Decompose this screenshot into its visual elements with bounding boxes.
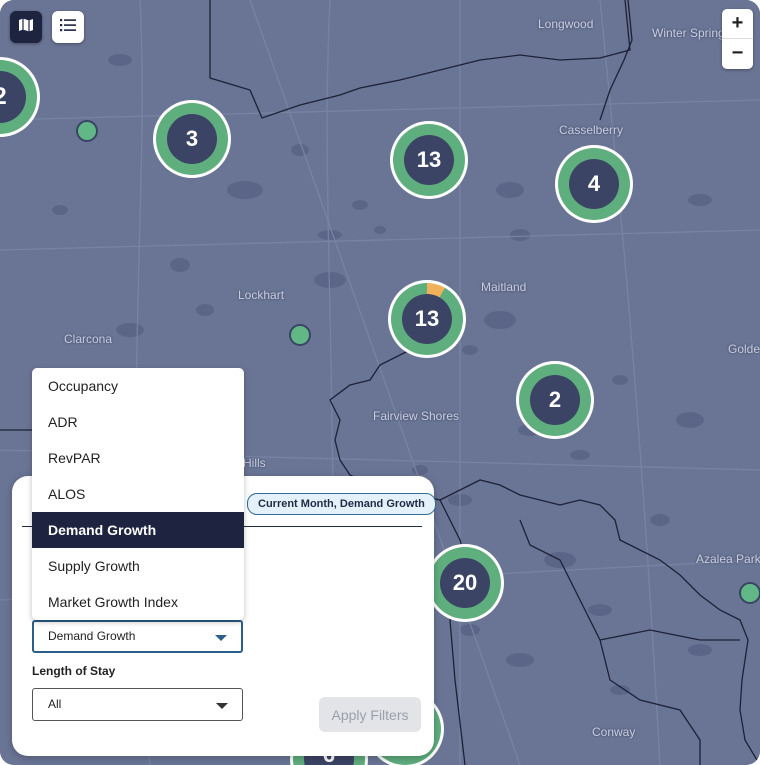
map-icon xyxy=(18,17,34,38)
cluster-count: 13 xyxy=(404,135,454,185)
place-label-fairview-shores: Fairview Shores xyxy=(373,409,460,423)
property-marker[interactable] xyxy=(739,582,760,604)
cluster-marker[interactable]: 3 xyxy=(153,100,231,178)
zoom-control: + − xyxy=(722,9,753,69)
place-label-longwood: Longwood xyxy=(538,17,594,31)
cluster-count: 13 xyxy=(402,294,452,344)
metric-select-value: Demand Growth xyxy=(48,629,136,643)
place-label-conway: Conway xyxy=(592,725,636,739)
place-label-golden-rod: Golde xyxy=(728,342,760,356)
zoom-out-button[interactable]: − xyxy=(722,38,753,68)
place-label-casselberry: Casselberry xyxy=(559,123,624,137)
cluster-count: 2 xyxy=(530,375,580,425)
length-of-stay-label: Length of Stay xyxy=(32,664,116,678)
place-label-hills: Hills xyxy=(243,456,266,470)
length-of-stay-select[interactable]: All xyxy=(32,688,243,721)
chevron-down-icon xyxy=(216,702,228,709)
dropdown-option-occupancy[interactable]: Occupancy xyxy=(32,368,244,404)
cluster-marker[interactable]: 13 xyxy=(388,280,466,358)
zoom-in-button[interactable]: + xyxy=(722,9,753,38)
metric-select[interactable]: Demand Growth xyxy=(32,620,243,653)
cluster-count: 4 xyxy=(569,159,619,209)
cluster-marker[interactable]: 13 xyxy=(390,121,468,199)
dropdown-option-adr[interactable]: ADR xyxy=(32,404,244,440)
property-marker[interactable] xyxy=(76,120,98,142)
cluster-marker[interactable]: 4 xyxy=(555,145,633,223)
list-icon xyxy=(60,18,76,37)
property-marker[interactable] xyxy=(289,324,311,346)
dropdown-option-supply-growth[interactable]: Supply Growth xyxy=(32,548,244,584)
cluster-count: 20 xyxy=(440,558,490,608)
list-view-button[interactable] xyxy=(52,11,84,43)
place-label-maitland: Maitland xyxy=(481,280,527,294)
apply-filters-button[interactable]: Apply Filters xyxy=(319,697,421,732)
cluster-marker[interactable]: 2 xyxy=(516,361,594,439)
cluster-marker[interactable]: 20 xyxy=(426,544,504,622)
place-label-clarcona: Clarcona xyxy=(64,332,113,346)
map-view-button[interactable] xyxy=(10,11,42,43)
active-filter-badge: Current Month, Demand Growth xyxy=(247,493,436,515)
dropdown-option-alos[interactable]: ALOS xyxy=(32,476,244,512)
place-label-winter-springs: Winter Springs xyxy=(652,26,731,40)
dropdown-option-demand-growth[interactable]: Demand Growth xyxy=(32,512,244,548)
place-label-azalea-park: Azalea Park xyxy=(696,552,760,566)
length-of-stay-value: All xyxy=(48,697,62,711)
cluster-count: 3 xyxy=(167,114,217,164)
dropdown-option-revpar[interactable]: RevPAR xyxy=(32,440,244,476)
chevron-down-icon xyxy=(215,634,227,641)
dropdown-option-market-growth-index[interactable]: Market Growth Index xyxy=(32,584,244,620)
place-label-lockhart: Lockhart xyxy=(238,288,285,302)
metric-dropdown-menu: Occupancy ADR RevPAR ALOS Demand Growth … xyxy=(32,368,244,620)
